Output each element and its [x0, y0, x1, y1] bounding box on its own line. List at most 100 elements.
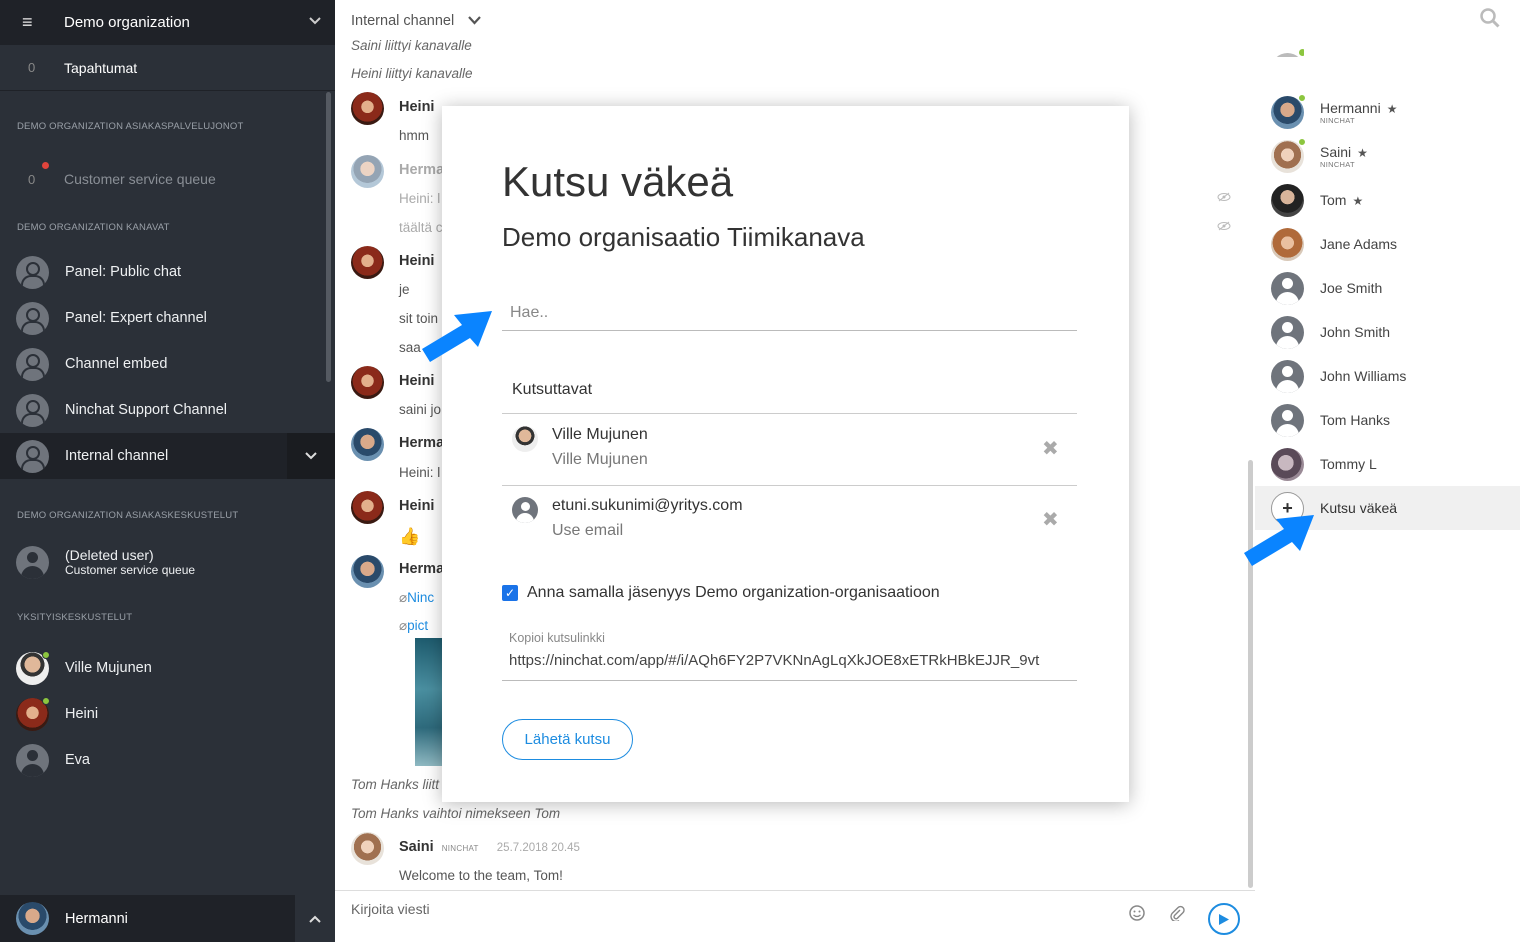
notification-dot — [42, 162, 49, 169]
member-name: Hermanni — [1320, 99, 1381, 116]
system-message: Tom Hanks vaihtoi nimekseen Tom — [351, 806, 561, 821]
emoji-icon[interactable] — [1129, 905, 1145, 926]
sidebar-item-events[interactable]: 0 Tapahtumat — [0, 45, 335, 91]
invite-search-input[interactable] — [502, 296, 1077, 331]
sidebar-item-public-chat[interactable]: Panel: Public chat — [0, 249, 335, 295]
chevron-down-icon[interactable] — [287, 433, 335, 479]
paperclip-icon: ⌀ — [399, 590, 408, 605]
system-message: Tom Hanks liitt — [351, 777, 440, 792]
invitee-name: etuni.sukunimi@yritys.com — [552, 497, 743, 514]
member-name: John Smith — [1320, 324, 1391, 340]
member-item[interactable]: John Smith — [1255, 310, 1520, 354]
sidebar-scrollbar[interactable] — [326, 92, 331, 382]
invite-label: Kutsu väkeä — [1320, 500, 1398, 516]
member-name: Jane Adams — [1320, 236, 1398, 252]
events-label: Tapahtumat — [64, 59, 138, 76]
member-item[interactable]: Tom Hanks — [1255, 398, 1520, 442]
message-input-placeholder[interactable]: Kirjoita viesti — [351, 901, 430, 917]
attachment-link[interactable]: ⌀Ninc — [399, 590, 434, 606]
eye-icon[interactable] — [1217, 192, 1231, 205]
sidebar-item-expert-channel[interactable]: Panel: Expert channel — [0, 295, 335, 341]
channel-label: Panel: Expert channel — [65, 310, 207, 326]
message-text: Heini: l — [399, 191, 441, 206]
member-item[interactable]: Tom ★ — [1255, 178, 1520, 222]
attach-icon[interactable] — [1169, 905, 1185, 926]
checkbox[interactable]: ✓ — [502, 585, 518, 601]
sidebar-item-queue[interactable]: 0 Customer service queue — [0, 156, 335, 202]
private-chat-label: Heini — [65, 706, 99, 722]
channel-title: Internal channel — [351, 13, 455, 29]
attachment-link[interactable]: ⌀pict — [399, 618, 428, 634]
current-user-name: Hermanni — [65, 910, 128, 927]
avatar — [1271, 93, 1306, 129]
avatar — [351, 555, 384, 588]
member-name: Tommy L — [1320, 456, 1377, 472]
group-icon — [16, 393, 49, 427]
user-icon — [16, 743, 49, 777]
sidebar-item-ville[interactable]: Ville Mujunen — [0, 645, 335, 691]
avatar — [351, 92, 384, 125]
conversation-name: (Deleted user) — [65, 547, 154, 563]
send-button[interactable] — [1208, 903, 1240, 935]
menu-icon[interactable]: ≡ — [22, 12, 44, 33]
avatar — [351, 246, 384, 279]
remove-invitee-icon[interactable]: ✖ — [1042, 507, 1059, 532]
message-text: Welcome to the team, Tom! — [399, 868, 563, 883]
member-item[interactable]: John Williams — [1255, 354, 1520, 398]
current-user-bar[interactable]: Hermanni — [0, 895, 335, 942]
invitee-detail: Ville Mujunen — [552, 451, 648, 468]
sidebar-item-deleted-user[interactable]: (Deleted user) Customer service queue — [0, 537, 335, 587]
private-chat-label: Eva — [65, 752, 90, 768]
eye-icon[interactable] — [1217, 221, 1231, 234]
sidebar-item-internal-channel[interactable]: Internal channel — [0, 433, 335, 479]
message-text: hmm — [399, 128, 429, 143]
avatar — [16, 902, 49, 935]
section-channels: DEMO ORGANIZATION KANAVAT — [17, 221, 170, 233]
message-timestamp: 25.7.2018 20.45 — [496, 842, 580, 854]
member-item[interactable]: Jane Adams — [1255, 222, 1520, 266]
section-private: YKSITYISKESKUSTELUT — [17, 611, 133, 623]
message-author: Heini — [399, 253, 435, 269]
sidebar-item-eva[interactable]: Eva — [0, 737, 335, 783]
message-text: je — [399, 282, 410, 297]
remove-invitee-icon[interactable]: ✖ — [1042, 436, 1059, 461]
sidebar-item-heini[interactable]: Heini — [0, 691, 335, 737]
member-item[interactable]: Saini ★ NINCHAT — [1255, 134, 1520, 178]
message-author: Saini NINCHAT 25.7.2018 20.45 — [399, 839, 580, 855]
member-item[interactable]: Tommy L — [1255, 442, 1520, 486]
search-icon[interactable] — [1480, 8, 1500, 34]
send-invite-button[interactable]: Lähetä kutsu — [502, 719, 633, 760]
conversation-queue: Customer service queue — [65, 563, 196, 577]
member-item[interactable]: Joe Smith — [1255, 266, 1520, 310]
invite-link-field[interactable]: https://ninchat.com/app/#/i/AQh6FY2P7VKN… — [509, 652, 1069, 669]
online-indicator — [1298, 93, 1306, 102]
user-icon — [1271, 359, 1304, 393]
section-conversations: DEMO ORGANIZATION ASIAKASKESKUSTELUT — [17, 509, 239, 521]
message-text: saini jo — [399, 402, 442, 417]
star-icon: ★ — [1386, 101, 1398, 116]
chevron-up-icon[interactable] — [295, 895, 335, 942]
chevron-down-icon[interactable] — [309, 14, 321, 28]
avatar — [1271, 447, 1304, 481]
member-name: John Williams — [1320, 368, 1407, 384]
online-indicator — [42, 650, 50, 659]
user-icon — [1271, 315, 1304, 349]
channel-header[interactable]: Internal channel — [351, 13, 481, 29]
chevron-down-icon[interactable] — [468, 14, 481, 28]
section-queues: DEMO ORGANIZATION ASIAKASPALVELUJONOT — [17, 120, 244, 132]
message-text: Heini: l — [399, 465, 441, 480]
sidebar-item-ninchat-support[interactable]: Ninchat Support Channel — [0, 387, 335, 433]
channel-label: Internal channel — [65, 448, 169, 464]
message-composer[interactable]: Kirjoita viesti — [335, 890, 1255, 942]
user-icon — [512, 497, 538, 523]
member-panel: Hermanni ★ NINCHAT Saini ★ NINCHAT Tom ★ Ja… — [1255, 0, 1520, 942]
modal-title: Kutsu väkeä — [502, 158, 734, 205]
avatar — [512, 426, 538, 452]
image-thumbnail[interactable] — [415, 638, 445, 766]
message-author: Heini — [399, 99, 435, 115]
membership-checkbox-row[interactable]: ✓ Anna samalla jäsenyys Demo organizatio… — [502, 584, 940, 602]
sidebar: ≡ Demo organization 0 Tapahtumat DEMO OR… — [0, 0, 335, 942]
org-switcher[interactable]: ≡ Demo organization — [0, 0, 335, 45]
sidebar-item-channel-embed[interactable]: Channel embed — [0, 341, 335, 387]
member-item[interactable]: Hermanni ★ NINCHAT — [1255, 90, 1520, 134]
